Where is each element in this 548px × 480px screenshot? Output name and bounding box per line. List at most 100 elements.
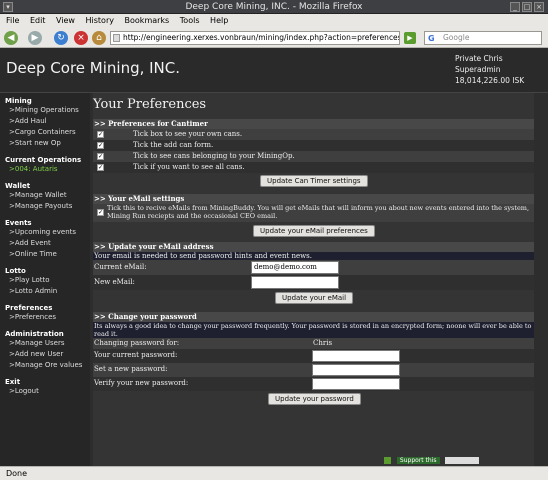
menu-edit[interactable]: Edit [30, 16, 46, 25]
sidebar-section-preferences: Preferences [5, 304, 53, 312]
verify-password-row: Verify your new password: [93, 377, 534, 391]
email-address-button-row: Update your eMail [93, 290, 534, 307]
sidebar-section-exit: Exit [5, 378, 21, 386]
back-icon[interactable]: ◀ [4, 31, 18, 45]
cantimer-own-cans-checkbox[interactable]: ✓ [97, 131, 104, 138]
google-icon: G [428, 34, 435, 43]
update-email-preferences-button[interactable]: Update your eMail preferences [253, 225, 375, 237]
email-settings-heading: >> Your eMail settings [93, 194, 534, 204]
verify-password-field[interactable] [312, 378, 400, 390]
user-info: Private Chris Superadmin 18,014,226.00 I… [455, 53, 524, 86]
sidebar-section-mining: Mining [5, 97, 32, 105]
sidebar-item-manage-users[interactable]: >Manage Users [5, 338, 90, 349]
sidebar-item-play-lotto[interactable]: >Play Lotto [5, 275, 90, 286]
sidebar-item-add-new-user[interactable]: >Add new User [5, 349, 90, 360]
sidebar-item-add-haul[interactable]: >Add Haul [5, 116, 90, 127]
sidebar-item-lotto-admin[interactable]: >Lotto Admin [5, 286, 90, 297]
cantimer-option-label: Tick the add can form. [133, 141, 214, 149]
sidebar-item-upcoming-events[interactable]: >Upcoming events [5, 227, 90, 238]
donate-badge-icon[interactable] [445, 457, 480, 464]
forward-icon[interactable]: ▶ [28, 31, 42, 45]
user-rank: Superadmin [455, 65, 501, 74]
verify-password-label: Verify your new password: [94, 379, 189, 387]
update-can-timer-button[interactable]: Update Can Timer settings [260, 175, 368, 187]
cantimer-option-row: ✓ Tick the add can form. [93, 140, 534, 151]
sidebar-item-online-time[interactable]: >Online Time [5, 249, 90, 260]
status-text: Done [6, 469, 28, 478]
menu-tools[interactable]: Tools [180, 16, 200, 25]
sidebar-item-manage-payouts[interactable]: >Manage Payouts [5, 201, 90, 212]
cantimer-option-label: Tick box to see your own cans. [133, 130, 243, 138]
reload-icon[interactable]: ↻ [54, 31, 68, 45]
sidebar-item-start-new-op[interactable]: >Start new Op [5, 138, 90, 149]
url-text: http://engineering.xerxes.vonbraun/minin… [123, 33, 400, 42]
new-password-row: Set a new password: [93, 363, 534, 377]
site-header: Deep Core Mining, INC. Private Chris Sup… [0, 49, 548, 93]
email-button-row: Update your eMail preferences [93, 222, 534, 239]
maximize-icon[interactable]: □ [522, 2, 532, 12]
sidebar-section-current: Current Operations [5, 156, 82, 164]
sidebar: Mining >Mining Operations >Add Haul >Car… [0, 93, 90, 466]
sidebar-section-events: Events [5, 219, 32, 227]
cantimer-miningop-cans-checkbox[interactable]: ✓ [97, 153, 104, 160]
sidebar-section-wallet: Wallet [5, 182, 31, 190]
current-email-field[interactable]: demo@demo.com [251, 261, 339, 274]
menubar: File Edit View History Bookmarks Tools H… [0, 14, 548, 28]
window-titlebar: ▾ Deep Core Mining, INC. - Mozilla Firef… [0, 0, 548, 14]
url-bar[interactable]: http://engineering.xerxes.vonbraun/minin… [110, 31, 400, 45]
close-icon[interactable]: × [534, 2, 544, 12]
sidebar-item-autaris[interactable]: >004: Autaris [5, 164, 90, 175]
email-opt-in-checkbox[interactable]: ✓ [97, 209, 104, 216]
current-password-field[interactable] [312, 350, 400, 362]
email-settings-row: ✓ Tick this to recive eMails from Mining… [93, 204, 534, 222]
sidebar-item-manage-wallet[interactable]: >Manage Wallet [5, 190, 90, 201]
stop-icon[interactable]: × [74, 31, 88, 45]
new-email-field[interactable] [251, 276, 339, 289]
cantimer-all-cans-checkbox[interactable]: ✓ [97, 164, 104, 171]
cantimer-add-form-checkbox[interactable]: ✓ [97, 142, 104, 149]
window-menu-icon[interactable]: ▾ [3, 2, 13, 12]
sidebar-item-mining-operations[interactable]: >Mining Operations [5, 105, 90, 116]
sidebar-item-add-event[interactable]: >Add Event [5, 238, 90, 249]
menu-history[interactable]: History [86, 16, 114, 25]
menu-help[interactable]: Help [210, 16, 228, 25]
new-email-row: New eMail: [93, 275, 534, 290]
menu-bookmarks[interactable]: Bookmarks [125, 16, 170, 25]
new-password-label: Set a new password: [94, 365, 168, 373]
home-icon[interactable]: ⌂ [92, 31, 106, 45]
sidebar-section-lotto: Lotto [5, 267, 26, 275]
site-brand: Deep Core Mining, INC. [6, 59, 181, 77]
main-content: Your Preferences >> Preferences for Cant… [93, 93, 534, 466]
menu-file[interactable]: File [6, 16, 19, 25]
update-password-button[interactable]: Update your password [268, 393, 361, 405]
password-button-row: Update your password [93, 391, 534, 408]
menu-view[interactable]: View [56, 16, 75, 25]
sidebar-item-logout[interactable]: >Logout [5, 386, 90, 397]
footer-badges: Support this [384, 457, 480, 466]
current-password-label: Your current password: [94, 351, 178, 359]
window-title: Deep Core Mining, INC. - Mozilla Firefox [185, 2, 363, 12]
go-icon[interactable]: ▶ [404, 32, 416, 44]
search-input[interactable]: G Google [424, 31, 542, 45]
sidebar-item-cargo-containers[interactable]: >Cargo Containers [5, 127, 90, 138]
user-name: Private Chris [455, 54, 503, 63]
cantimer-option-row: ✓ Tick if you want to see all cans. [93, 162, 534, 173]
email-address-note: Your email is needed to send password hi… [93, 252, 534, 260]
current-email-label: Current eMail: [94, 263, 147, 271]
sidebar-item-preferences[interactable]: >Preferences [5, 312, 90, 323]
status-bar: Done [0, 466, 548, 480]
cantimer-heading: >> Preferences for Cantimer [93, 119, 534, 129]
changing-password-label: Changing password for: [94, 339, 180, 347]
sidebar-item-manage-ore-values[interactable]: >Manage Ore values [5, 360, 90, 371]
web-page: Deep Core Mining, INC. Private Chris Sup… [0, 49, 548, 466]
minimize-icon[interactable]: _ [510, 2, 520, 12]
sidebar-section-administration: Administration [5, 330, 64, 338]
search-placeholder: Google [443, 33, 470, 42]
new-password-field[interactable] [312, 364, 400, 376]
email-address-heading: >> Update your eMail address [93, 242, 534, 252]
email-settings-text: Tick this to recive eMails from MiningBu… [107, 204, 530, 220]
valid-badge-icon [384, 457, 391, 464]
cantimer-option-row: ✓ Tick to see cans belonging to your Min… [93, 151, 534, 162]
update-email-button[interactable]: Update your eMail [275, 292, 354, 304]
support-badge[interactable]: Support this [396, 457, 440, 464]
